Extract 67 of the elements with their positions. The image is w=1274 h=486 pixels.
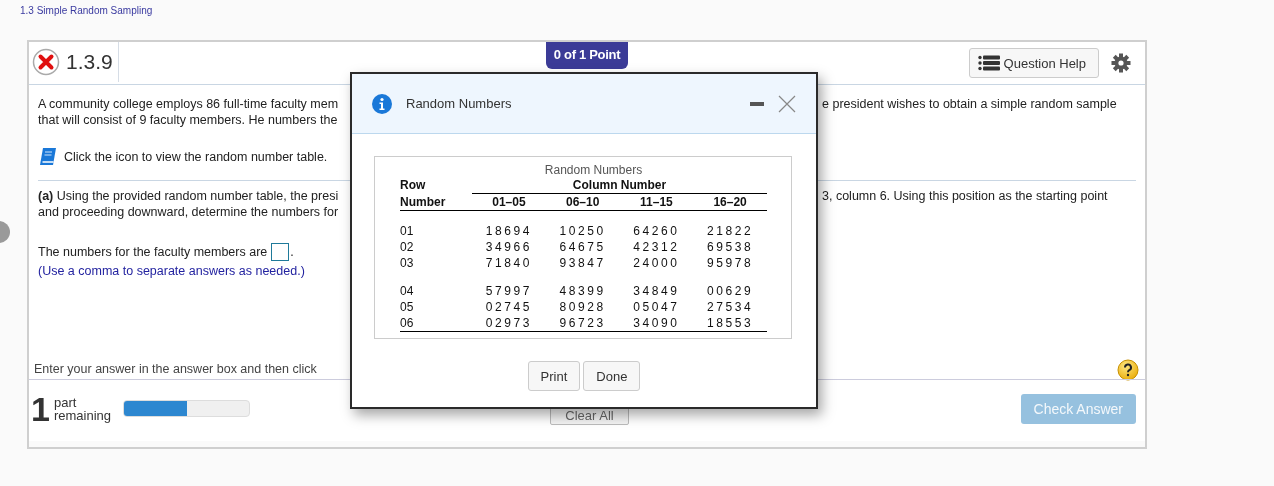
table-cell-text: 80928 bbox=[558, 299, 607, 315]
table-cell-text: 00629 bbox=[705, 283, 755, 299]
table-cell: 34090 bbox=[619, 315, 694, 332]
question-text: (a) Using the provided random number table, the presi bbox=[38, 188, 340, 204]
help-icon[interactable] bbox=[1117, 359, 1139, 381]
row-number: 02 bbox=[400, 239, 415, 255]
column-header: Number bbox=[400, 193, 473, 211]
points-badge: 0 of 1 Point bbox=[545, 42, 629, 69]
column-header: Column Number bbox=[472, 177, 767, 194]
dialog-button[interactable]: Done bbox=[583, 361, 641, 391]
table-cell-text: 05047 bbox=[632, 299, 681, 315]
table-caption: Random Numbers bbox=[543, 163, 644, 177]
table-cell-text: 93847 bbox=[558, 255, 607, 271]
column-header: Row bbox=[400, 177, 473, 194]
dialog-button[interactable]: Print bbox=[527, 361, 581, 391]
table-cell-text: 21822 bbox=[705, 223, 755, 239]
column-header: 11–15 bbox=[619, 193, 694, 211]
table-cell: 02973 bbox=[472, 315, 546, 332]
question-text: and proceeding downward, determine the numbers for bbox=[38, 204, 340, 220]
row-number: 04 bbox=[400, 283, 415, 299]
parts-count: 1 bbox=[31, 393, 50, 424]
dialog-title: Random Numbers bbox=[406, 96, 513, 111]
table-cell-text: 10250 bbox=[558, 223, 607, 239]
settings-icon[interactable] bbox=[1111, 53, 1131, 73]
column-header: 06–10 bbox=[545, 193, 620, 211]
parts-label: remaining bbox=[53, 408, 111, 422]
question-text: e president wishes to obtain a simple random sample bbox=[822, 96, 1117, 112]
answer-field[interactable] bbox=[271, 243, 290, 261]
table-cell-text: 71840 bbox=[484, 255, 534, 271]
table-cell-text: 64260 bbox=[632, 223, 681, 239]
table-cell: 96723 bbox=[545, 315, 620, 332]
question-text: A community college employs 86 full-time faculty mem bbox=[38, 96, 340, 112]
list-icon bbox=[977, 55, 1000, 71]
question-number: 1.3.9 bbox=[66, 50, 113, 74]
question-text: 3, column 6. Using this position as the starting point bbox=[822, 188, 1108, 204]
parts-label: part bbox=[53, 395, 77, 409]
table-cell-text: 95978 bbox=[705, 255, 755, 271]
table-cell-text: 24000 bbox=[632, 255, 681, 271]
column-header: 01–05 bbox=[472, 193, 546, 211]
table-cell-text: 34849 bbox=[632, 283, 681, 299]
answer-prompt: The numbers for the faculty members are bbox=[38, 245, 268, 259]
table-cell-text: 18694 bbox=[484, 223, 534, 239]
row-number: 05 bbox=[400, 299, 415, 315]
row-number: 01 bbox=[400, 223, 415, 239]
breadcrumb-link[interactable]: 1.3 Simple Random Sampling bbox=[20, 5, 153, 16]
question-text: that will consist of 9 faculty members. He numbers the bbox=[38, 112, 339, 128]
table-cell-text: 42312 bbox=[632, 239, 681, 255]
close-icon[interactable] bbox=[778, 94, 796, 113]
table-cell-text: 48399 bbox=[558, 283, 607, 299]
instruction-text: Click the icon to view the random number table. bbox=[64, 150, 328, 164]
row-number: 06 bbox=[400, 315, 473, 332]
row-number: 03 bbox=[400, 255, 415, 271]
table-cell-text: 69538 bbox=[705, 239, 755, 255]
instruction-text: Enter your answer in the answer box and then click bbox=[34, 362, 317, 376]
table-cell-text: 02745 bbox=[484, 299, 534, 315]
info-icon bbox=[372, 93, 392, 114]
table-cell-text: 64675 bbox=[558, 239, 607, 255]
table-cell-text: 27534 bbox=[705, 299, 755, 315]
table-cell-text: 34966 bbox=[484, 239, 534, 255]
question-help-button[interactable]: Question Help bbox=[968, 48, 1099, 78]
hint-text: (Use a comma to separate answers as needed.) bbox=[38, 263, 305, 280]
minimize-icon[interactable] bbox=[750, 100, 764, 107]
period-text: . bbox=[290, 245, 294, 259]
table-cell-text: 57997 bbox=[484, 283, 534, 299]
table-cell: 18553 bbox=[693, 315, 767, 332]
book-icon[interactable] bbox=[38, 147, 58, 167]
column-header: 16–20 bbox=[693, 193, 767, 211]
